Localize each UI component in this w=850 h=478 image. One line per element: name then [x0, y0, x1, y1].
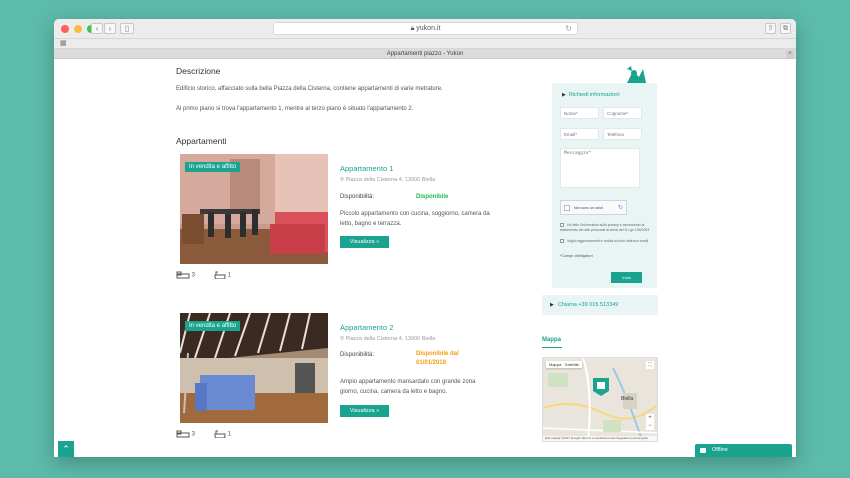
description-paragraph-2: Al primo piano si trova l'appartamento 1…: [176, 106, 414, 112]
apartment-1-baths: 1: [214, 271, 231, 280]
apartment-1-address: ⚲ Piazza della Cisterna 4, 13900 Biella: [340, 177, 436, 183]
back-to-top-button[interactable]: ⌃: [58, 441, 74, 457]
apartment-1-beds: 3: [176, 271, 195, 279]
apartment-1-description: Piccolo appartamento con cucina, soggior…: [340, 211, 490, 227]
chevron-up-icon: ⌃: [62, 444, 70, 454]
phone-field[interactable]: [603, 128, 642, 140]
recaptcha-widget[interactable]: Non sono un robot ↻: [560, 200, 627, 215]
recaptcha-checkbox[interactable]: [564, 205, 570, 211]
apartment-2-beds: 3: [176, 430, 195, 438]
page-content: Descrizione Edificio storico, affacciato…: [54, 60, 796, 457]
zoom-controls[interactable]: + −: [646, 414, 654, 430]
browser-window: ‹ › ▯ 🔒︎ yukon.it ↻ ⇧ ⧉ ▦ Appartamenti p…: [54, 19, 796, 457]
required-fields-note: *Campi obbligatori: [560, 253, 593, 258]
chat-icon: [700, 448, 706, 453]
address-bar[interactable]: 🔒︎ yukon.it ↻: [273, 22, 578, 35]
description-heading: Descrizione: [176, 66, 221, 76]
call-button[interactable]: ▶ Chiama +39 015 513349: [542, 295, 658, 315]
forward-icon[interactable]: ›: [104, 23, 116, 34]
sale-rent-badge: In vendita e affitto: [185, 321, 241, 331]
fullscreen-icon[interactable]: ⛶: [646, 361, 654, 369]
apartment-2-availability-label: Disponibilità:: [340, 352, 375, 358]
privacy-consent[interactable]: Ho letto l'informativa sulla privacy e a…: [560, 223, 652, 232]
tab-title[interactable]: Appartamenti piazzo - Yukon: [387, 51, 464, 57]
share-icon[interactable]: ⇧: [765, 23, 776, 34]
apartment-1-photo[interactable]: In vendita e affitto: [180, 154, 328, 264]
apartments-heading: Appartamenti: [176, 136, 227, 146]
browser-toolbar: ‹ › ▯ 🔒︎ yukon.it ↻ ⇧ ⧉: [54, 19, 796, 39]
chat-widget[interactable]: Offline: [695, 444, 792, 457]
apartment-2-title[interactable]: Appartamento 2: [340, 323, 393, 332]
apartment-1-view-button[interactable]: Visualizza »: [340, 236, 389, 248]
tabs-overview-icon[interactable]: ⧉: [780, 23, 791, 34]
chat-status: Offline: [712, 447, 728, 453]
zoom-in-icon[interactable]: +: [646, 414, 654, 422]
back-icon[interactable]: ‹: [91, 23, 103, 34]
apartment-2-photo[interactable]: In vendita e affitto: [180, 313, 328, 423]
email-field[interactable]: [560, 128, 599, 140]
zoom-out-icon[interactable]: −: [646, 422, 654, 430]
recaptcha-icon: ↻: [617, 205, 623, 211]
close-window-button[interactable]: [61, 25, 69, 33]
caret-right-icon: ▶: [550, 302, 554, 308]
form-title[interactable]: ▶ Richiedi informazioni: [562, 92, 620, 98]
window-controls: [61, 25, 95, 33]
sidebar-toggle-icon[interactable]: ▯: [120, 23, 134, 34]
minimize-window-button[interactable]: [74, 25, 82, 33]
bathtub-icon: [214, 271, 226, 280]
description-paragraph-1: Edificio storico, affacciato sulla bella…: [176, 86, 443, 92]
apartment-1-availability-label: Disponibilità:: [340, 194, 375, 200]
apartment-2-view-button[interactable]: Visualizza »: [340, 405, 389, 417]
google-map[interactable]: Mappa · Satellite ⛶ Biella + − Dati mapp…: [542, 357, 658, 442]
recaptcha-label: Non sono un robot: [574, 206, 603, 210]
bed-icon: [176, 430, 190, 438]
url-text: yukon.it: [416, 25, 441, 32]
apartment-1-title[interactable]: Appartamento 1: [340, 164, 393, 173]
sale-rent-badge: In vendita e affitto: [185, 162, 241, 172]
apartment-2-address: ⚲ Piazza della Cisterna 4, 13900 Biella: [340, 336, 436, 342]
newsletter-checkbox[interactable]: [560, 239, 564, 243]
newsletter-consent[interactable]: Voglio aggiornamenti e novità sul mio in…: [560, 239, 652, 244]
submit-button[interactable]: Invia: [611, 272, 642, 283]
apartment-2-description: Ampio appartamento mansardato con grande…: [340, 379, 476, 395]
heading-underline: [542, 347, 562, 348]
map-marker-icon[interactable]: [593, 378, 609, 396]
lock-icon: 🔒︎: [410, 25, 415, 32]
tab-bar: Appartamenti piazzo - Yukon +: [54, 49, 796, 59]
grid-icon[interactable]: ▦: [60, 40, 67, 48]
info-request-form: ▶Richiedi informazioni Non sono un robot…: [552, 83, 657, 288]
map-heading: Mappa: [542, 337, 562, 343]
surname-field[interactable]: [603, 107, 642, 119]
caret-right-icon: ▶: [562, 92, 566, 98]
privacy-checkbox[interactable]: [560, 223, 564, 227]
reload-icon[interactable]: ↻: [565, 23, 572, 34]
map-attribution: Dati mappa ©2017 Google Termini e condiz…: [543, 436, 657, 441]
map-city-label: Biella: [621, 396, 634, 402]
new-tab-icon[interactable]: +: [786, 50, 794, 58]
tab-satellite[interactable]: Satellite: [565, 362, 579, 367]
apartment-1-availability-value: Disponibile: [416, 194, 449, 200]
map-type-tabs[interactable]: Mappa · Satellite: [546, 361, 583, 368]
tab-map[interactable]: Mappa: [549, 362, 561, 367]
bed-icon: [176, 271, 190, 279]
message-field[interactable]: [560, 148, 640, 188]
apartment-2-baths: 1: [214, 430, 231, 439]
bathtub-icon: [214, 430, 226, 439]
name-field[interactable]: [560, 107, 599, 119]
apartment-2-availability-value: Disponibile dal 01/01/2018: [416, 351, 459, 366]
bookmarks-bar: ▦: [54, 39, 796, 49]
